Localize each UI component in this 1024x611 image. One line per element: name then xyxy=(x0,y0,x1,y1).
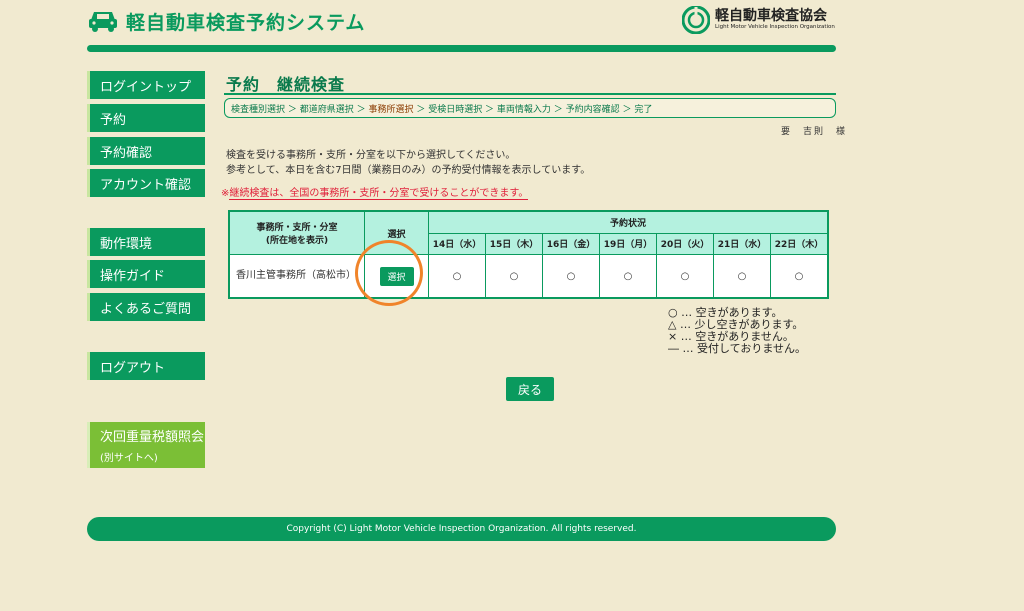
date-header: 14日（水） xyxy=(428,232,486,255)
legend-closed: ― … 受付しておりません。 xyxy=(668,342,807,355)
copyright-text: Copyright (C) Light Motor Vehicle Inspec… xyxy=(286,524,637,534)
status-cell: ○ xyxy=(599,254,657,299)
sidebar-item-reservation[interactable]: 予約 xyxy=(87,104,205,132)
notice-text: ※継続検査は、全国の事務所・支所・分室で受けることができます。 xyxy=(221,184,529,200)
table-header-select: 選択 xyxy=(364,210,429,255)
sidebar-item-faq[interactable]: よくあるご質問 xyxy=(87,293,205,321)
sidebar-item-guide[interactable]: 操作ガイド xyxy=(87,260,205,288)
date-header: 22日（木） xyxy=(770,232,829,255)
select-button[interactable]: 選択 xyxy=(379,266,414,286)
sidebar-item-label: 操作ガイド xyxy=(100,268,166,284)
sidebar-item-weight-tax[interactable]: 次回重量税額照会 (別サイトへ) xyxy=(87,422,205,468)
table-header-office: 事務所・支所・分室 (所在地を表示) xyxy=(228,210,365,255)
sidebar-item-label: 予約 xyxy=(100,112,127,128)
breadcrumb-prev-steps: 検査種別選択 ＞ 都道府県選択 ＞ xyxy=(231,104,369,115)
sidebar-item-reservation-check[interactable]: 予約確認 xyxy=(87,137,205,165)
sidebar-item-label: 予約確認 xyxy=(100,145,153,161)
breadcrumb-next-steps: ＞ 受検日時選択 ＞ 車両情報入力 ＞ 予約内容確認 ＞ 完了 xyxy=(413,104,653,115)
sidebar-item-logout[interactable]: ログアウト xyxy=(87,352,205,380)
breadcrumb: 検査種別選択 ＞ 都道府県選択 ＞ 事務所選択 ＞ 受検日時選択 ＞ 車両情報入… xyxy=(224,98,836,118)
org-emblem-icon xyxy=(682,6,710,34)
sidebar-item-environment[interactable]: 動作環境 xyxy=(87,228,205,256)
status-cell: ○ xyxy=(542,254,600,299)
app-title-text: 軽自動車検査予約システム xyxy=(126,11,366,34)
office-name: 香川主管事務所（高松市） xyxy=(228,254,365,299)
sidebar-item-label: ログアウト xyxy=(100,360,166,376)
sidebar-item-label: 次回重量税額照会 xyxy=(100,430,205,445)
instruction-text-2: 参考として、本日を含む7日間（業務日のみ）の予約受付情報を表示しています。 xyxy=(226,165,591,176)
sidebar-item-label: よくあるご質問 xyxy=(100,301,192,317)
page-title: 予約 継続検査 xyxy=(226,75,346,94)
notice-message: 継続検査は、全国の事務所・支所・分室で受けることができます。 xyxy=(229,188,529,200)
sidebar-item-label: アカウント確認 xyxy=(100,177,192,193)
table-row: 香川主管事務所（高松市） 選択 ○ ○ ○ ○ ○ ○ ○ xyxy=(228,254,829,299)
org-name-english: Light Motor Vehicle Inspection Organizat… xyxy=(715,24,835,30)
date-header: 16日（金） xyxy=(542,232,600,255)
select-cell: 選択 xyxy=(364,254,429,299)
instruction-text-1: 検査を受ける事務所・支所・分室を以下から選択してください。 xyxy=(226,150,516,161)
back-button[interactable]: 戻る xyxy=(506,377,554,401)
title-underline xyxy=(224,93,836,95)
org-logo: 軽自動車検査協会 Light Motor Vehicle Inspection … xyxy=(682,6,835,34)
office-table: 事務所・支所・分室 (所在地を表示) 選択 予約状況 14日（水） 15日（木）… xyxy=(228,210,829,299)
user-name: 要 吉則 様 xyxy=(781,127,848,137)
sidebar-item-account[interactable]: アカウント確認 xyxy=(87,169,205,197)
table-header-office-label: 事務所・支所・分室 xyxy=(256,223,338,233)
status-cell: ○ xyxy=(428,254,486,299)
date-header: 21日（水） xyxy=(713,232,771,255)
app-title: 軽自動車検査予約システム xyxy=(88,6,365,36)
sidebar-item-sublabel: (別サイトへ) xyxy=(100,453,158,464)
table-header-office-sub: (所在地を表示) xyxy=(265,236,329,246)
status-cell: ○ xyxy=(656,254,714,299)
status-cell: ○ xyxy=(770,254,829,299)
org-name: 軽自動車検査協会 xyxy=(715,8,827,24)
sidebar-item-label: 動作環境 xyxy=(100,236,153,252)
status-cell: ○ xyxy=(713,254,771,299)
car-icon xyxy=(89,12,117,32)
footer: Copyright (C) Light Motor Vehicle Inspec… xyxy=(87,517,836,541)
date-header: 20日（火） xyxy=(656,232,714,255)
table-header-status: 予約状況 xyxy=(428,210,829,234)
date-header: 15日（木） xyxy=(485,232,543,255)
header-divider xyxy=(87,45,836,52)
breadcrumb-current-step: 事務所選択 xyxy=(368,104,414,115)
sidebar-item-label: ログイントップ xyxy=(100,79,192,95)
status-cell: ○ xyxy=(485,254,543,299)
date-header: 19日（月） xyxy=(599,232,657,255)
sidebar-item-login-top[interactable]: ログイントップ xyxy=(87,71,205,99)
